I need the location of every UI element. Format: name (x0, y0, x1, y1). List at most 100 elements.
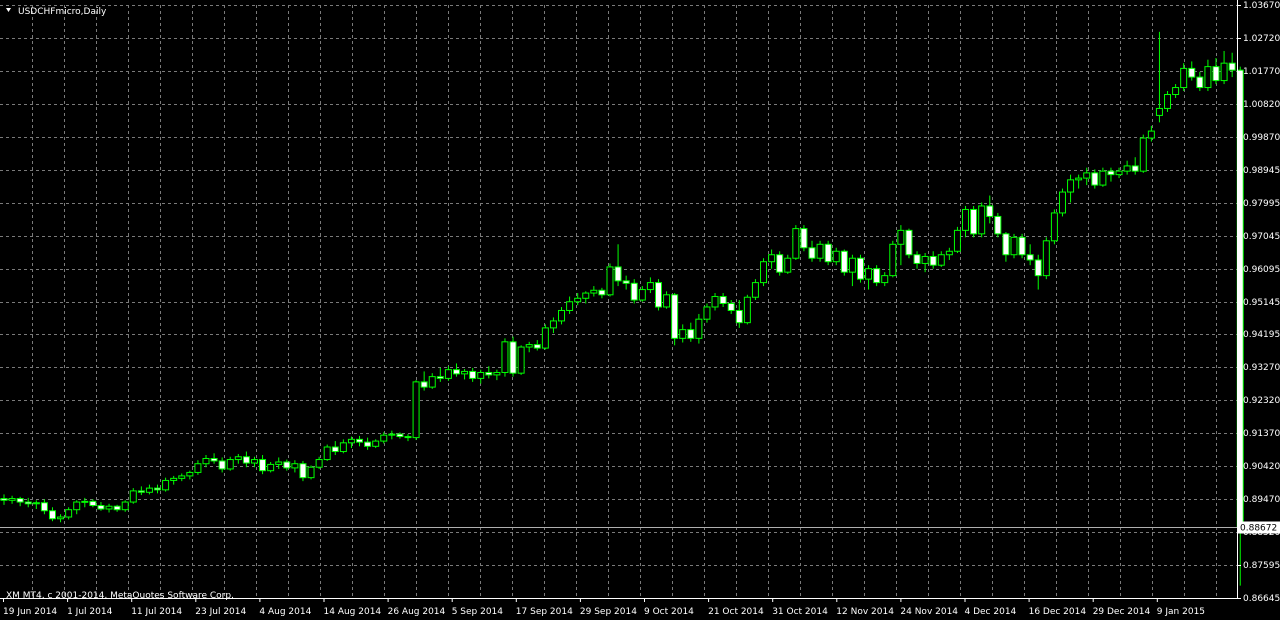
candle-bull (347, 438, 355, 444)
candle-bear (242, 456, 250, 464)
candle-bull (202, 458, 210, 465)
time-tick-label: 9 Oct 2014 (644, 607, 694, 617)
candle-bear (1026, 254, 1034, 261)
candle-bear (24, 501, 32, 505)
candle-bull (129, 490, 137, 503)
candle-bear (97, 505, 105, 510)
candle-bear (218, 460, 226, 470)
chart-window[interactable]: 1.03670 1.02720 1.01770 1.00820 0.99870 0.989… (0, 0, 1280, 620)
candle-bull (525, 344, 533, 348)
time-tick-label: 23 Jul 2014 (195, 607, 246, 617)
candle-bear (654, 282, 662, 308)
candle-bull (380, 434, 388, 442)
candle-bear (856, 257, 864, 280)
candle-bear (1107, 170, 1115, 176)
candle-bull (646, 282, 654, 291)
time-tick-label: 12 Nov 2014 (836, 607, 894, 617)
candle-bear (800, 228, 808, 249)
candle-bull (145, 487, 153, 493)
time-tick-label: 4 Aug 2014 (259, 607, 311, 617)
time-tick-label: 1 Jul 2014 (67, 607, 112, 617)
candle-bear (533, 344, 541, 349)
price-tick-label: 0.97995 (1243, 199, 1280, 209)
candle-bear (1131, 165, 1139, 172)
price-tick-label: 1.03670 (1243, 1, 1280, 11)
current-price-label: 0.88672 (1240, 524, 1277, 534)
candle-bear (735, 309, 743, 324)
candle-bull (178, 475, 186, 479)
time-tick-label: 16 Dec 2014 (1029, 607, 1087, 617)
candle-bull (921, 255, 929, 264)
candle-bear (404, 436, 412, 439)
candle-bull (186, 471, 194, 477)
price-tick-label: 0.95145 (1243, 298, 1280, 308)
candle-bull (881, 275, 889, 284)
candle-bull (517, 346, 525, 374)
candle-bear (986, 205, 994, 217)
price-tick-label: 0.98945 (1243, 166, 1280, 176)
time-tick-label: 19 Jun 2014 (3, 607, 57, 617)
candle-bull (57, 516, 65, 520)
candle-bear (614, 266, 622, 282)
candle-bear (719, 296, 727, 305)
candle-bear (113, 505, 121, 511)
candle-bull (323, 446, 331, 461)
candle-bear (509, 341, 517, 374)
candle-bull (953, 229, 961, 252)
time-tick-label: 31 Oct 2014 (772, 607, 828, 617)
price-tick-label: 1.01770 (1243, 67, 1280, 77)
candle-bull (566, 301, 574, 311)
price-tick-label: 0.96095 (1243, 265, 1280, 275)
candle-bear (622, 280, 630, 284)
candle-bear (0, 498, 8, 501)
candle-bear (154, 487, 162, 491)
candle-bull (250, 459, 258, 464)
candle-bull (170, 477, 178, 481)
candle-bull (743, 296, 751, 324)
price-tick-label: 0.90420 (1243, 462, 1280, 472)
candle-bear (1034, 259, 1042, 277)
price-tick-label: 1.02720 (1243, 34, 1280, 44)
candle-bear (259, 459, 267, 472)
candle-bull (1172, 87, 1180, 96)
candle-bull (162, 479, 170, 491)
candle-bull (1164, 94, 1172, 109)
candle-bull (105, 505, 113, 510)
candle-bear (16, 498, 24, 503)
candle-bull (1010, 236, 1018, 256)
price-tick-label: 0.91370 (1243, 429, 1280, 439)
candle-bull (865, 268, 873, 280)
candle-bull (695, 318, 703, 339)
candle-bull (760, 261, 768, 284)
price-tick-label: 0.97045 (1243, 232, 1280, 242)
candle-bear (630, 282, 638, 301)
candle-bull (1180, 67, 1188, 89)
candle-bull (606, 266, 614, 296)
candle-bull (444, 369, 452, 379)
candle-bull (897, 229, 905, 245)
candlestick-chart[interactable]: 1.03670 1.02720 1.01770 1.00820 0.99870 0.989… (0, 0, 1280, 620)
candle-bull (501, 341, 509, 373)
time-tick-label: 4 Dec 2014 (965, 607, 1017, 617)
candle-bull (638, 289, 646, 301)
candle-bull (541, 327, 549, 349)
candle-bull (832, 250, 840, 263)
candle-bear (598, 289, 606, 296)
candle-bull (1050, 212, 1058, 242)
candle-bull (81, 500, 89, 503)
candle-bull (978, 205, 986, 235)
candle-bear (452, 369, 460, 375)
candle-bull (267, 463, 275, 472)
candle-bear (994, 215, 1002, 235)
candle-bull (388, 433, 396, 436)
candle-bull (121, 501, 129, 511)
time-tick-label: 5 Sep 2014 (452, 607, 504, 617)
candle-bull (711, 296, 719, 308)
price-tick-label: 0.93270 (1243, 363, 1280, 373)
price-tick-label: 0.99870 (1243, 133, 1280, 143)
candle-bull (751, 282, 759, 298)
candle-bull (1147, 130, 1155, 139)
candle-bull (1115, 170, 1123, 176)
time-tick-label: 29 Sep 2014 (580, 607, 637, 617)
candle-bear (283, 461, 291, 469)
